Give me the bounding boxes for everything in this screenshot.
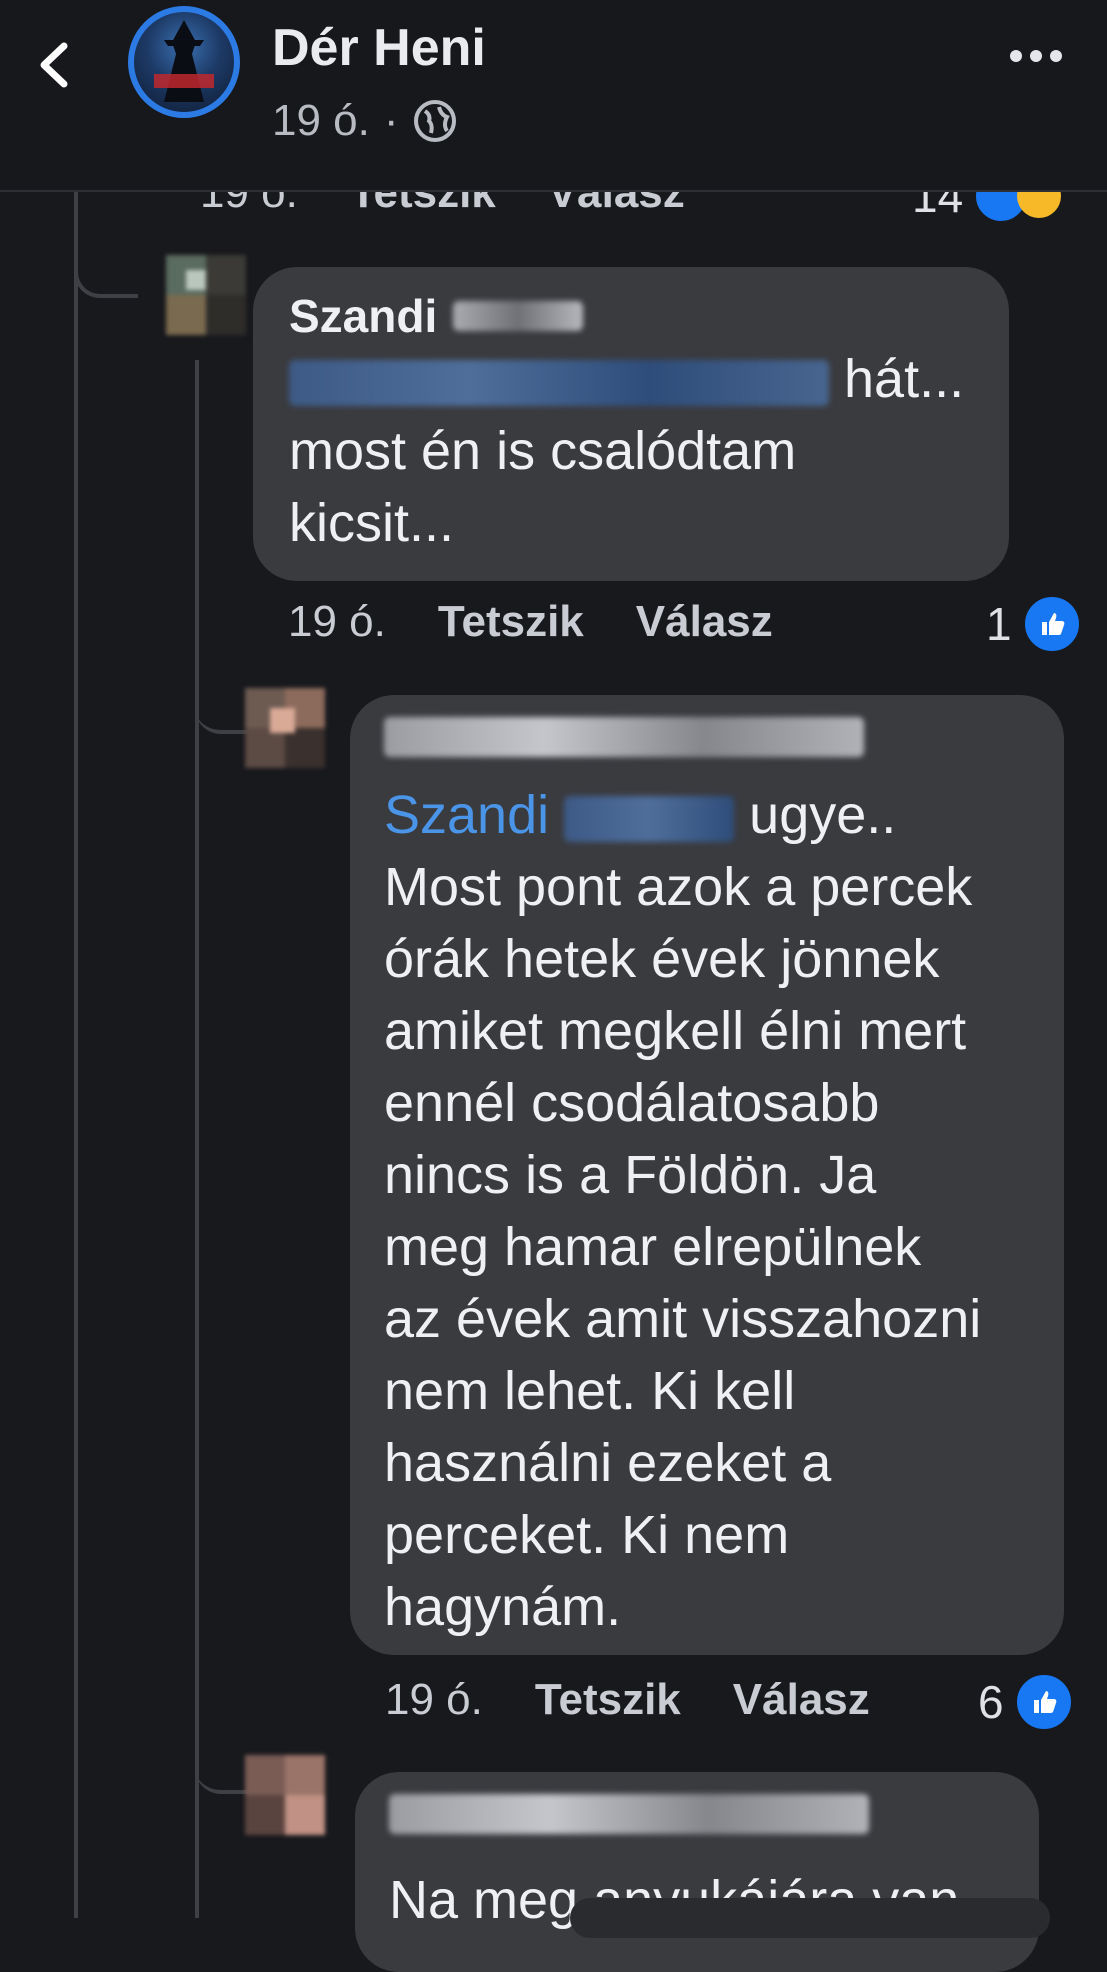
comment-text-line: hát...: [844, 349, 965, 409]
comment-text-line: most én is csalódtam: [289, 421, 797, 481]
globe-icon: [413, 100, 456, 142]
author-avatar[interactable]: [128, 6, 240, 118]
like-icon: [1021, 594, 1082, 654]
blurred-mention: [289, 359, 829, 406]
reaction-count: 6: [978, 1676, 1004, 1728]
comment-text-line: használni ezeket a: [384, 1433, 832, 1493]
dot-icon: [1010, 50, 1022, 62]
reply-link[interactable]: Válasz: [733, 1675, 870, 1725]
comment-text: Szandi ugye.. Most pont azok a percek ór…: [384, 779, 1030, 1643]
blurred-mention: [564, 795, 735, 842]
reactions[interactable]: 6: [978, 1672, 1074, 1732]
comment-time: 19 ó.: [288, 597, 386, 646]
back-arrow-icon[interactable]: [30, 40, 80, 90]
comment-text-line: hagynám.: [384, 1577, 622, 1637]
thread-line: [195, 360, 199, 1918]
comment-text-line: kicsit...: [289, 493, 455, 553]
commenter-avatar[interactable]: [166, 255, 246, 335]
comment-bubble[interactable]: Na meg anyukájára van: [355, 1772, 1039, 1972]
reply-link[interactable]: Válasz: [636, 597, 773, 647]
commenter-name[interactable]: Szandi: [289, 289, 437, 343]
avatar-figure-icon: [154, 20, 214, 102]
meta-separator: ·: [383, 96, 399, 145]
more-options-button[interactable]: [1010, 50, 1062, 62]
comment-bubble[interactable]: Szandi ugye.. Most pont azok a percek ór…: [350, 695, 1064, 1655]
blurred-commenter-name: [389, 1794, 1005, 1844]
post-time: 19 ó.: [272, 96, 370, 145]
post-meta: 19 ó. ·: [272, 96, 457, 146]
comment-text-line: meg hamar elrepülnek: [384, 1217, 922, 1277]
comment-bubble[interactable]: Szandi hát... most én is csalódtam kicsi…: [253, 267, 1009, 581]
dot-icon: [1050, 50, 1062, 62]
dot-icon: [1030, 50, 1042, 62]
comment-text-line: Most pont azok a percek: [384, 857, 973, 917]
thread-connector: [74, 190, 138, 298]
like-icon: [1013, 1672, 1074, 1732]
blurred-commenter-name: [384, 717, 1030, 767]
reaction-count: 1: [986, 598, 1012, 650]
comment-actions: 19 ó. Tetszik Válasz: [288, 597, 773, 647]
comment-text-line: ennél csodálatosabb: [384, 1073, 880, 1133]
comment-text-line: nincs is a Földön. Ja: [384, 1145, 877, 1205]
mention-link[interactable]: Szandi: [384, 785, 549, 845]
comment-text-line: amiket megkell élni mert: [384, 1001, 967, 1061]
like-link[interactable]: Tetszik: [535, 1675, 681, 1725]
blurred-surname: [453, 301, 584, 331]
reactions[interactable]: 1: [986, 594, 1082, 654]
comment-text: hát... most én is csalódtam kicsit...: [289, 343, 973, 559]
comment-actions: 19 ó. Tetszik Válasz: [385, 1675, 870, 1725]
composer-edge: [570, 1898, 1050, 1938]
comment-text-line: nem lehet. Ki kell: [384, 1361, 796, 1421]
commenter-avatar[interactable]: [245, 688, 325, 768]
comment-text-line: ugye..: [749, 785, 897, 845]
comment-time: 19 ó.: [385, 1675, 483, 1724]
author-name[interactable]: Dér Heni: [272, 18, 486, 78]
thread-line: [74, 190, 78, 1918]
post-header: Dér Heni 19 ó. ·: [0, 0, 1107, 192]
like-link[interactable]: Tetszik: [438, 597, 584, 647]
comment-text-line: órák hetek évek jönnek: [384, 929, 940, 989]
comment-text-line: az évek amit visszahozni: [384, 1289, 982, 1349]
commenter-avatar[interactable]: [245, 1755, 325, 1835]
comment-text-line: perceket. Ki nem: [384, 1505, 790, 1565]
